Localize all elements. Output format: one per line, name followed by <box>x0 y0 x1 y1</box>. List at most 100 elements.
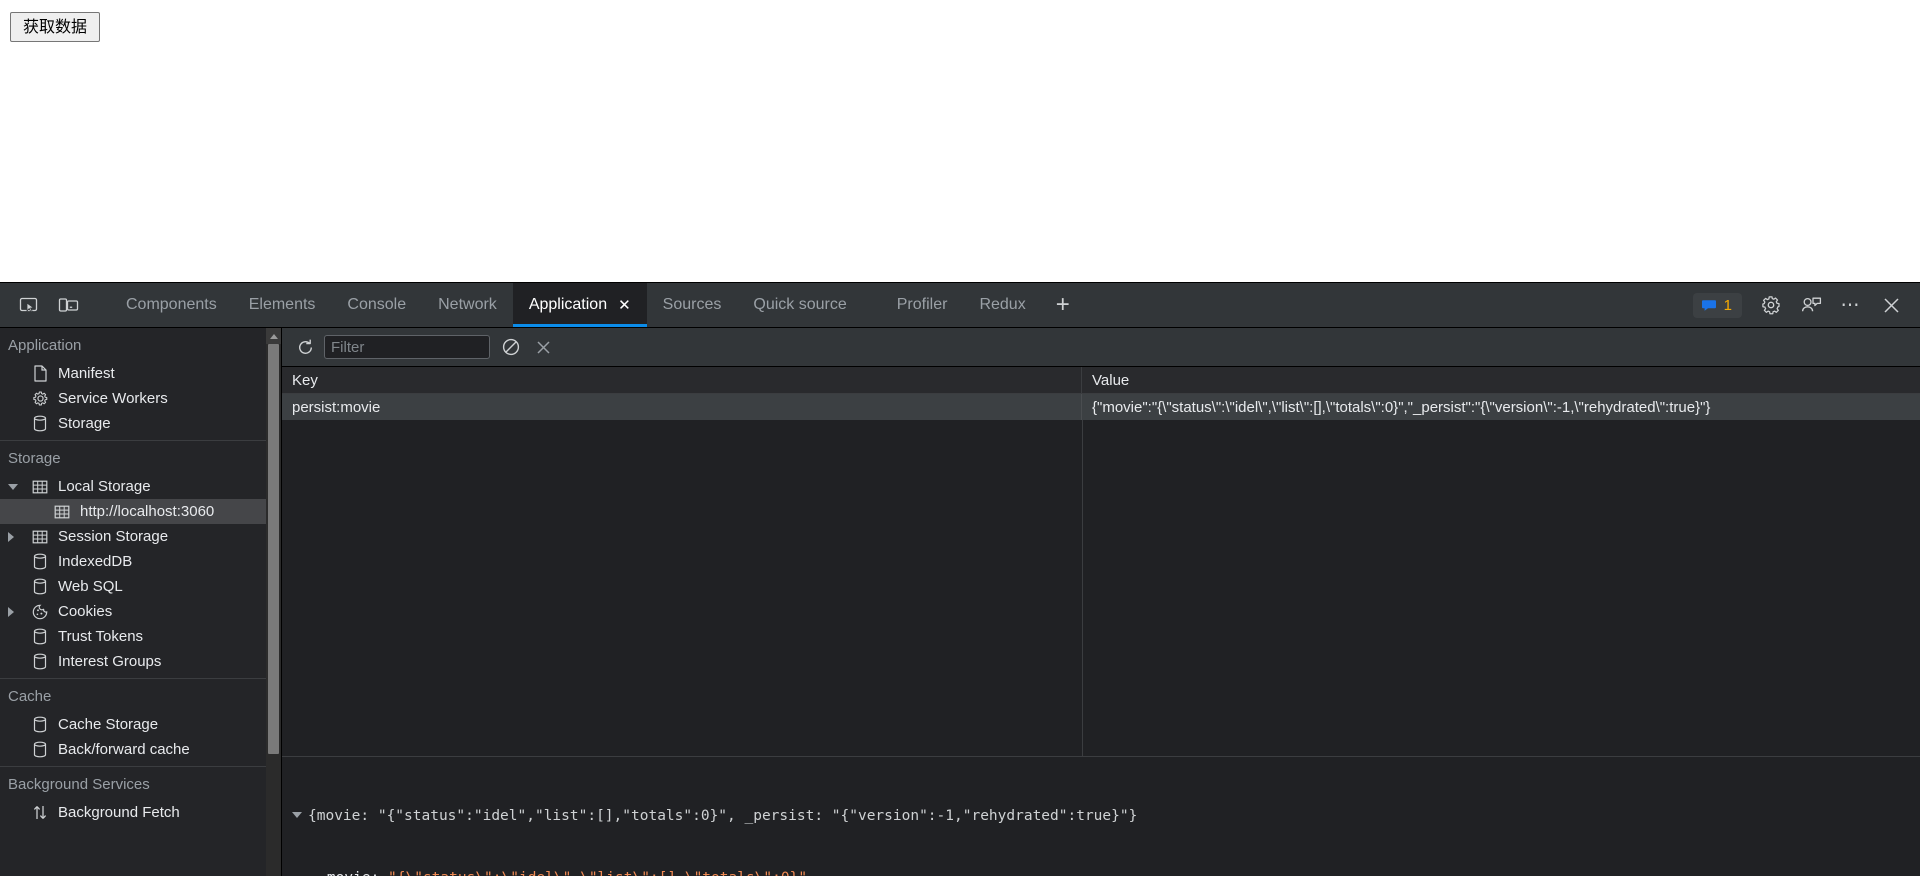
sidebar-item-manifest-wrap: Manifest <box>0 361 281 386</box>
sidebar-item-label: Trust Tokens <box>58 629 143 644</box>
tab-label: Quick source <box>753 296 846 314</box>
tab-label: Redux <box>979 296 1025 314</box>
sidebar-item-storage-wrap: Storage <box>0 411 281 436</box>
settings-gear-icon[interactable] <box>1752 288 1790 322</box>
sidebar-item-label: Session Storage <box>58 529 168 544</box>
sidebar-item-service-workers-wrap: Service Workers <box>0 386 281 411</box>
sidebar-item-label: Storage <box>58 416 111 431</box>
sidebar-item-cache-storage-wrap: Cache Storage <box>0 712 281 737</box>
tab-components[interactable]: Components <box>110 283 233 327</box>
sidebar-item-back-forward-cache-wrap: Back/forward cache <box>0 737 281 762</box>
sidebar-item-background-fetch[interactable]: Background Fetch <box>0 800 281 825</box>
preview-root-line: {movie: "{"status":"idel","list":[],"tot… <box>292 806 1920 827</box>
sidebar-item-session-storage[interactable]: Session Storage <box>0 524 281 549</box>
tab-redux[interactable]: Redux <box>963 283 1041 327</box>
gear-icon <box>30 390 50 407</box>
tab-quick-source[interactable]: Quick source <box>737 283 862 327</box>
sidebar-scrollbar[interactable] <box>266 328 281 876</box>
table-grid-icon <box>30 529 50 545</box>
document-icon <box>30 365 50 382</box>
tab-label: Profiler <box>897 296 948 314</box>
sidebar-item-cookies-wrap: Cookies <box>0 599 281 624</box>
devtools-tabstrip: Components Elements Console Network Appl… <box>0 283 1920 328</box>
tab-console[interactable]: Console <box>331 283 422 327</box>
table-empty-area <box>282 420 1920 756</box>
cell-value[interactable]: {"movie":"{\"status\":\"idel\",\"list\":… <box>1082 394 1920 420</box>
sidebar-item-label: Cache Storage <box>58 717 158 732</box>
console-message-badge[interactable]: 1 <box>1693 293 1742 318</box>
sidebar-item-session-storage-wrap: Session Storage <box>0 524 281 549</box>
sidebar-item-label: http://localhost:3060 <box>80 504 214 519</box>
more-options-icon[interactable]: ⋯ <box>1832 288 1870 322</box>
sidebar-item-manifest[interactable]: Manifest <box>0 361 281 386</box>
sidebar-item-service-workers[interactable]: Service Workers <box>0 386 281 411</box>
sidebar-item-indexeddb[interactable]: IndexedDB <box>0 549 281 574</box>
preview-root-text: {movie: "{"status":"idel","list":[],"tot… <box>308 808 1137 824</box>
chevron-down-icon[interactable] <box>8 484 18 490</box>
device-toolbar-icon[interactable] <box>48 283 88 327</box>
inspect-element-icon[interactable] <box>8 283 48 327</box>
database-icon <box>30 628 50 645</box>
close-icon[interactable]: ✕ <box>618 298 631 313</box>
tab-elements[interactable]: Elements <box>233 283 332 327</box>
devtools-panel: Components Elements Console Network Appl… <box>0 282 1920 876</box>
sidebar-item-interest-groups[interactable]: Interest Groups <box>0 649 281 674</box>
updown-arrows-icon <box>30 804 50 821</box>
tab-profiler[interactable]: Profiler <box>881 283 964 327</box>
chevron-right-icon[interactable] <box>8 532 14 542</box>
value-preview-panel: {movie: "{"status":"idel","list":[],"tot… <box>282 756 1920 876</box>
message-count: 1 <box>1724 297 1732 314</box>
sidebar-item-storage[interactable]: Storage <box>0 411 281 436</box>
tab-network[interactable]: Network <box>422 283 513 327</box>
tab-label: Elements <box>249 296 316 314</box>
tab-label: Application <box>529 296 607 314</box>
sidebar-item-cache-storage[interactable]: Cache Storage <box>0 712 281 737</box>
table-row[interactable]: persist:movie {"movie":"{\"status\":\"id… <box>282 394 1920 420</box>
refresh-icon[interactable] <box>290 333 320 361</box>
preview-entry-value: "{\"status\":\"idel\",\"list\":[],\"tota… <box>388 870 807 876</box>
scroll-up-icon[interactable] <box>266 328 281 344</box>
table-body: persist:movie {"movie":"{\"status\":\"id… <box>282 394 1920 756</box>
feedback-icon[interactable] <box>1792 288 1830 322</box>
tab-label: Network <box>438 296 497 314</box>
application-sidebar: Application Manifest Service Worke <box>0 328 282 876</box>
tab-label: Console <box>347 296 406 314</box>
table-grid-icon <box>52 504 72 520</box>
tab-sources[interactable]: Sources <box>647 283 738 327</box>
tab-label: Components <box>126 296 217 314</box>
chevron-right-icon[interactable] <box>8 607 14 617</box>
chevron-down-icon[interactable] <box>292 812 302 818</box>
sidebar-item-label: Service Workers <box>58 391 168 406</box>
storage-filter-toolbar <box>282 328 1920 367</box>
sidebar-item-interest-groups-wrap: Interest Groups <box>0 649 281 674</box>
sidebar-item-web-sql[interactable]: Web SQL <box>0 574 281 599</box>
sidebar-item-trust-tokens[interactable]: Trust Tokens <box>0 624 281 649</box>
sidebar-item-indexeddb-wrap: IndexedDB <box>0 549 281 574</box>
devtools-body: Application Manifest Service Worke <box>0 328 1920 876</box>
sidebar-item-label: Web SQL <box>58 579 123 594</box>
sidebar-scroll-content: Application Manifest Service Worke <box>0 328 281 876</box>
more-options-glyph: ⋯ <box>1841 296 1862 315</box>
sidebar-item-back-forward-cache[interactable]: Back/forward cache <box>0 737 281 762</box>
cell-key[interactable]: persist:movie <box>282 394 1082 420</box>
delete-selected-icon[interactable] <box>528 333 558 361</box>
column-header-key[interactable]: Key <box>282 367 1082 393</box>
sidebar-item-local-storage[interactable]: Local Storage <box>0 474 281 499</box>
fetch-data-button[interactable]: 获取数据 <box>10 12 100 42</box>
preview-entry-key: movie: <box>327 870 388 876</box>
tab-application[interactable]: Application ✕ <box>513 283 647 327</box>
message-bubble-icon <box>1701 297 1717 313</box>
database-icon <box>30 553 50 570</box>
sidebar-item-trust-tokens-wrap: Trust Tokens <box>0 624 281 649</box>
database-icon <box>30 653 50 670</box>
sidebar-item-localhost-3060[interactable]: http://localhost:3060 <box>0 499 281 524</box>
column-header-value[interactable]: Value <box>1082 367 1920 393</box>
add-panel-icon[interactable]: + <box>1042 283 1084 327</box>
clear-all-icon[interactable] <box>496 333 526 361</box>
filter-input[interactable] <box>324 335 490 359</box>
sidebar-item-cookies[interactable]: Cookies <box>0 599 281 624</box>
sidebar-group-title-application: Application <box>0 328 281 361</box>
scrollbar-thumb[interactable] <box>268 344 279 754</box>
sidebar-item-label: Manifest <box>58 366 115 381</box>
close-devtools-icon[interactable] <box>1872 288 1910 322</box>
